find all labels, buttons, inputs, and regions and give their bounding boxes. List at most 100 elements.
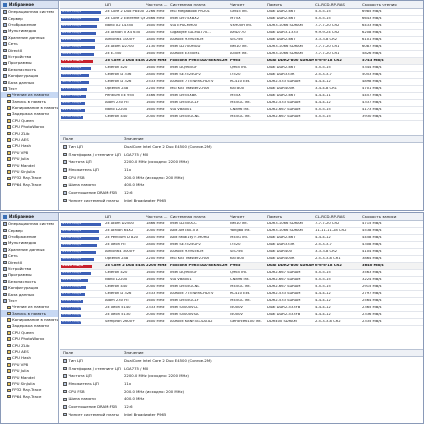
detail-value-header[interactable]: Значение <box>120 351 144 355</box>
bar-cell: 4701 MB/s <box>60 87 104 91</box>
results-panel: ЦП Частота ... Системная плата Чипсет Память… <box>60 1 423 210</box>
bar-cell: 5826 MB/s <box>60 52 104 56</box>
column-header[interactable]: Частота ... <box>145 3 169 7</box>
table-row[interactable]: 5053 MB/s Celeron D 336 2800 MHz Intel SE75… <box>60 72 423 79</box>
cell-mem: Dual DDR2-800 SDRAM <box>267 264 314 268</box>
table-row[interactable]: 4457 MB/s Pentium EE 955 3466 MHz Intel D95… <box>60 93 423 100</box>
category-icon <box>3 254 7 258</box>
table-row[interactable]: 6101 MB/s Athlon64 1000+ 1800 MHz ASRock 93… <box>60 37 423 44</box>
column-header[interactable]: Чипсет <box>229 3 266 7</box>
sidebar-item[interactable]: FP64 Ray-Trace <box>1 394 58 400</box>
cell-speed: 5743 MB/s <box>362 59 384 63</box>
column-header[interactable]: Чипсет <box>229 215 266 219</box>
sidebar-item-label: База данных <box>8 79 35 85</box>
sidebar-item-label: FPU Mandel <box>12 374 35 380</box>
table-row[interactable]: 4898 MB/s Celeron D 326 2533 MHz ASRock 775… <box>60 79 423 86</box>
table-row[interactable]: 6208 MB/s 2x Athlon II X4 630 2800 MHz Giga… <box>60 30 423 37</box>
column-header[interactable]: CL-RCD-RP-RAS <box>314 215 361 219</box>
property-icon <box>63 145 67 149</box>
benchmark-icon <box>7 331 11 335</box>
table-row[interactable]: 4715 MB/s 2x Atom D2500 1866 MHz Intel D250… <box>60 221 423 228</box>
sidebar-item[interactable]: FP64 Ray-Trace <box>1 182 58 188</box>
column-header[interactable]: ЦП <box>104 215 145 219</box>
table-row[interactable]: 3864 MB/s Opteron 248 2200 MHz MSI K8T Mast… <box>60 256 423 263</box>
detail-field: Чипсет системной платы <box>60 412 120 417</box>
detail-field-header[interactable]: Поле <box>60 137 120 141</box>
table-row[interactable]: 2797 MB/s Celeron D 326 2533 MHz ASRock 775… <box>60 291 423 298</box>
cell-chip: RC410 Ext. <box>230 80 251 84</box>
cell-freq: 1600 MHz <box>146 52 165 56</box>
property-icon <box>63 374 67 378</box>
column-header[interactable]: Скорость чтения <box>361 3 423 7</box>
bar-value: 6433 MB/s <box>62 24 81 28</box>
column-header[interactable]: Память <box>266 3 314 7</box>
cell-mem: Dual DDR400R <box>267 87 295 91</box>
cell-speed: 2915 MB/s <box>362 285 382 289</box>
table-row[interactable]: 4458 MB/s 2x Pentium D 820 2800 MHz Abit Fa… <box>60 235 423 242</box>
table-row[interactable]: 5743 MB/s 2x Core 2 Duo E4500 2200 MHz Foxc… <box>60 58 423 65</box>
table-row[interactable]: 5344 MB/s Celeron 420 1600 MHz Intel DQ965G… <box>60 65 423 72</box>
bar-cell: 6087 MB/s <box>60 45 104 49</box>
table-row[interactable]: 2915 MB/s Celeron 440 2000 MHz Intel D945GC… <box>60 284 423 291</box>
detail-value-header[interactable]: Значение <box>120 137 144 141</box>
bar-value: 4308 MB/s <box>62 243 81 247</box>
cell-chip: A50M Int. <box>230 52 248 56</box>
table-row[interactable]: 6985 MB/s 2x Core 2 Duo P8400 2266 MHz MSI … <box>60 9 423 16</box>
cell-cl: 5-5-5-15 <box>315 10 331 14</box>
property-icon <box>63 160 67 164</box>
column-header[interactable]: Системная плата <box>169 215 229 219</box>
sidebar-header[interactable]: Избранное <box>1 1 58 9</box>
sidebar-item-label: Программы <box>8 60 32 66</box>
cell-cpu: 2x Atom D2700 <box>105 45 134 49</box>
table-row[interactable]: 4337 MB/s Atom 230 HT 1600 MHz Intel D945GC… <box>60 100 423 107</box>
table-row[interactable]: 2336 MB/s 2x Xeon 5130 2000 MHz Intel S5000… <box>60 312 423 319</box>
table-row[interactable]: 4173 MB/s Nano L2200 1600 MHz VIA VB8001 CN8… <box>60 107 423 114</box>
column-header[interactable]: Частота ... <box>145 215 169 219</box>
table-row[interactable]: 6643 MB/s 2x Core 2 Extreme QX...2666 MHz… <box>60 16 423 23</box>
cell-speed: 5053 MB/s <box>362 73 382 77</box>
column-header[interactable]: ЦП <box>104 3 145 7</box>
bar-value: 2915 MB/s <box>62 285 81 289</box>
benchmark-icon <box>7 337 11 341</box>
column-header[interactable]: Память <box>266 215 314 219</box>
table-row[interactable]: 4308 MB/s 2x Xeon HT 2800 MHz Intel SE7525G… <box>60 242 423 249</box>
cell-chip: i5000V <box>230 306 243 310</box>
cell-board: Intel D2500CC <box>170 222 197 226</box>
property-icon <box>63 389 67 394</box>
cell-freq: 1866 MHz <box>146 222 165 226</box>
table-row[interactable]: 3563 MB/s Celeron 420 1600 MHz Intel DQ965G… <box>60 270 423 277</box>
cell-cl: 5-5-5-15 <box>315 108 331 112</box>
cell-cl: 4-4-4-12 <box>315 80 331 84</box>
detail-field-header[interactable]: Поле <box>60 351 120 355</box>
detail-field: Частота ЦП <box>60 374 120 378</box>
table-row[interactable]: 2564 MB/s Atom 230 HT 1600 MHz Intel D945GC… <box>60 298 423 305</box>
table-row[interactable]: 3640 MB/s 2x Core 2 Duo E4500 2200 MHz Foxc… <box>60 263 423 270</box>
column-header[interactable]: CL-RCD-RP-RAS <box>314 3 361 7</box>
table-row[interactable]: 2335 MB/s Sempron 2600+ 1600 MHz ASRock K8N… <box>60 319 423 326</box>
category-icon <box>3 260 7 265</box>
detail-row: Тип ЦП DualCore Intel Core 2 Duo E4500 (C… <box>60 357 423 365</box>
table-row[interactable]: 6087 MB/s 2x Atom D2700 2130 MHz Intel D270… <box>60 44 423 51</box>
table-row[interactable]: 2365 MB/s 2x Xeon 5140 2333 MHz Intel S5000… <box>60 305 423 312</box>
detail-field-label: Множитель ЦП <box>68 167 99 172</box>
bar-value: 4337 MB/s <box>62 101 81 105</box>
table-row[interactable]: 5826 MB/s 2x E-350 1600 MHz ASRock E350M1 A5… <box>60 51 423 58</box>
column-header[interactable]: Системная плата <box>169 3 229 7</box>
cell-freq: 2200 MHz <box>146 87 165 91</box>
table-row[interactable]: 3930 MB/s Celeron 440 2000 MHz Intel D945GC… <box>60 114 423 121</box>
table-row[interactable]: 6433 MB/s Nano X2 L4350 1600 MHz VIA EPIA-M… <box>60 23 423 30</box>
cell-speed: 4715 MB/s <box>362 222 382 226</box>
table-row[interactable]: 4701 MB/s Opteron 248 2200 MHz MSI K8T Mast… <box>60 86 423 93</box>
cell-speed: 2336 MB/s <box>362 313 382 317</box>
bar-value: 3563 MB/s <box>62 271 81 275</box>
column-header[interactable]: Скорость записи <box>361 215 423 219</box>
cell-cpu: Nano X2 L4350 <box>105 24 134 28</box>
benchmark-icon <box>7 394 11 399</box>
category-icon <box>3 241 7 246</box>
table-row[interactable]: 3224 MB/s Nano L2200 1600 MHz VIA VB8001 CN8… <box>60 277 423 284</box>
cell-chip: SiS756 <box>230 250 243 254</box>
table-row[interactable]: 4538 MB/s 2x Athlon 64X2 1000 MHz Abit AM78… <box>60 228 423 235</box>
bar-value: 4104 MB/s <box>62 250 81 254</box>
sidebar-header[interactable]: Избранное <box>1 213 58 221</box>
table-row[interactable]: 4104 MB/s Athlon64 3000+ 1800 MHz ASRock 93… <box>60 249 423 256</box>
